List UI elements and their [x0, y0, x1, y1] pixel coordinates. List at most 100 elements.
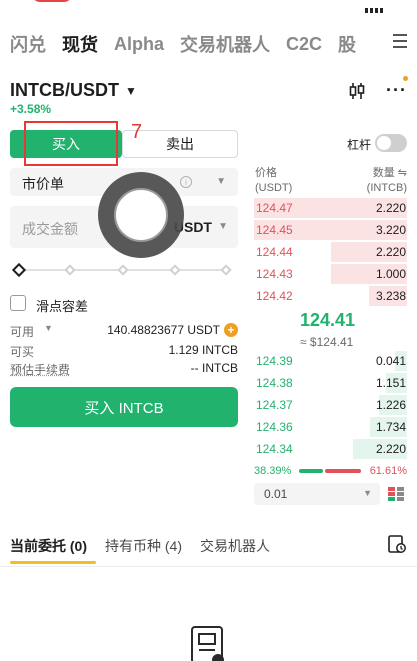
orderbook-qty-header[interactable]: 数量 ⇋ (INTCB) — [367, 166, 407, 196]
last-price: 124.41 — [300, 310, 356, 330]
amount-placeholder: 成交金额 — [22, 221, 78, 237]
can-buy-label: 可买 — [10, 345, 35, 359]
buy-ratio: 38.39% — [254, 465, 292, 477]
bid-qty: 0.041 — [375, 354, 406, 368]
tab-spot[interactable]: 现货 — [62, 31, 98, 57]
can-buy-row: 可买 1.129 INTCB — [10, 343, 238, 359]
status-indicator — [32, 0, 72, 2]
bid-qty: 1.226 — [375, 398, 406, 412]
fee-value: -- INTCB — [190, 361, 238, 375]
caret-down-icon: ▼ — [218, 221, 228, 232]
submit-buy-button[interactable]: 买入 INTCB — [10, 387, 238, 427]
qty-header-label: 数量 ⇋ — [372, 167, 407, 179]
active-tab-indicator — [10, 561, 96, 564]
ask-qty: 3.220 — [375, 223, 406, 237]
fee-row: 预估手续费 -- INTCB — [10, 361, 238, 377]
bid-qty: 1.734 — [375, 420, 406, 434]
caret-down-icon: ▼ — [125, 83, 137, 98]
tab-trading-bot[interactable]: 交易机器人 — [180, 31, 270, 57]
last-price-usd: ≈ $124.41 — [300, 335, 354, 349]
tab-alpha[interactable]: Alpha — [114, 34, 164, 55]
tab-open-orders[interactable]: 当前委托 (0) — [10, 536, 87, 556]
fee-label[interactable]: 预估手续费 — [10, 361, 70, 378]
pair-selector[interactable]: INTCB/USDT ▼ — [10, 80, 137, 101]
leverage-label: 杠杆 — [347, 138, 372, 152]
slider-mark-100[interactable] — [220, 264, 232, 276]
price-header-label: 价格 — [255, 167, 277, 179]
tab-c2c[interactable]: C2C — [286, 34, 322, 55]
sell-ratio-bar — [325, 469, 361, 473]
more-options-icon[interactable]: ··· — [386, 80, 406, 100]
can-buy-value: 1.129 INTCB — [168, 343, 238, 357]
slider-mark-50[interactable] — [117, 264, 129, 276]
add-funds-icon[interactable]: + — [224, 323, 238, 337]
signal-icon — [365, 0, 391, 13]
bid-price: 124.36 — [256, 420, 293, 434]
order-type-value: 市价单 — [22, 176, 64, 192]
orderbook-price-header: 价格 (USDT) — [255, 166, 292, 196]
depth-precision-value: 0.01 — [264, 487, 288, 501]
order-history-icon[interactable] — [387, 534, 407, 554]
bid-row[interactable]: 124.39 0.041 — [254, 350, 407, 372]
available-value: 140.48823677 USDT — [107, 323, 220, 337]
candlestick-chart-icon[interactable] — [348, 82, 366, 100]
ask-row[interactable]: 124.43 1.000 — [254, 263, 407, 285]
ask-row[interactable]: 124.47 2.220 — [254, 197, 407, 219]
depth-precision-select[interactable]: 0.01 ▼ — [254, 483, 380, 505]
ask-qty: 2.220 — [375, 201, 406, 215]
empty-orders-icon — [191, 626, 224, 661]
annotation-highlight-box — [24, 121, 118, 166]
slippage-label: 滑点容差 — [36, 299, 89, 314]
menu-icon[interactable] — [393, 34, 409, 50]
info-icon[interactable]: i — [180, 176, 192, 188]
orders-tabs: 当前委托 (0) 持有币种 (4) 交易机器人 — [10, 536, 288, 556]
bid-row[interactable]: 124.36 1.734 — [254, 416, 407, 438]
sell-ratio: 61.61% — [369, 465, 407, 477]
bid-row[interactable]: 124.37 1.226 — [254, 394, 407, 416]
tab-bots[interactable]: 交易机器人 — [200, 536, 270, 556]
available-label: 可用 — [10, 325, 35, 339]
price-change: +3.58% — [10, 102, 52, 116]
touch-indicator-center — [114, 188, 168, 242]
slippage-checkbox[interactable] — [10, 295, 26, 311]
caret-down-icon: ▼ — [363, 488, 372, 498]
tab-holdings[interactable]: 持有币种 (4) — [105, 536, 182, 556]
tab-convert[interactable]: 闪兑 — [10, 31, 46, 57]
bid-row[interactable]: 124.38 1.151 — [254, 372, 407, 394]
ask-row[interactable]: 124.44 2.220 — [254, 241, 407, 263]
tab-stocks[interactable]: 股 — [338, 31, 356, 57]
caret-down-icon: ▼ — [216, 176, 226, 187]
annotation-step-number: 7 — [131, 121, 143, 143]
buy-ratio-bar — [299, 469, 323, 473]
price-header-unit: (USDT) — [255, 182, 293, 194]
ask-qty: 3.238 — [375, 289, 406, 303]
ask-price: 124.42 — [256, 289, 293, 303]
pair-symbol: INTCB/USDT — [10, 80, 119, 100]
ask-price: 124.44 — [256, 245, 293, 259]
top-nav-tabs: 闪兑 现货 Alpha 交易机器人 C2C 股 — [10, 30, 372, 58]
section-divider — [0, 566, 417, 567]
bid-price: 124.37 — [256, 398, 293, 412]
qty-header-unit: (INTCB) — [366, 182, 407, 194]
ask-row[interactable]: 124.45 3.220 — [254, 219, 407, 241]
bid-price: 124.39 — [256, 354, 293, 368]
ask-price: 124.47 — [256, 201, 293, 215]
bid-row[interactable]: 124.34 2.220 — [254, 438, 407, 460]
ask-qty: 2.220 — [375, 245, 406, 259]
ask-price: 124.45 — [256, 223, 293, 237]
notification-dot — [403, 76, 408, 81]
slider-mark-75[interactable] — [169, 264, 181, 276]
bid-price: 124.38 — [256, 376, 293, 390]
caret-down-icon[interactable]: ▼ — [44, 323, 53, 333]
ask-price: 124.43 — [256, 267, 293, 281]
slider-handle[interactable] — [11, 262, 27, 278]
orderbook-layout-icon[interactable] — [387, 485, 405, 503]
ask-row[interactable]: 124.42 3.238 — [254, 285, 407, 307]
bid-qty: 1.151 — [375, 376, 406, 390]
slider-mark-25[interactable] — [64, 264, 76, 276]
bid-qty: 2.220 — [375, 442, 406, 456]
available-row: 可用 ▼ 140.48823677 USDT + — [10, 323, 238, 339]
leverage-toggle[interactable] — [375, 134, 407, 152]
ask-qty: 1.000 — [375, 267, 406, 281]
bid-price: 124.34 — [256, 442, 293, 456]
